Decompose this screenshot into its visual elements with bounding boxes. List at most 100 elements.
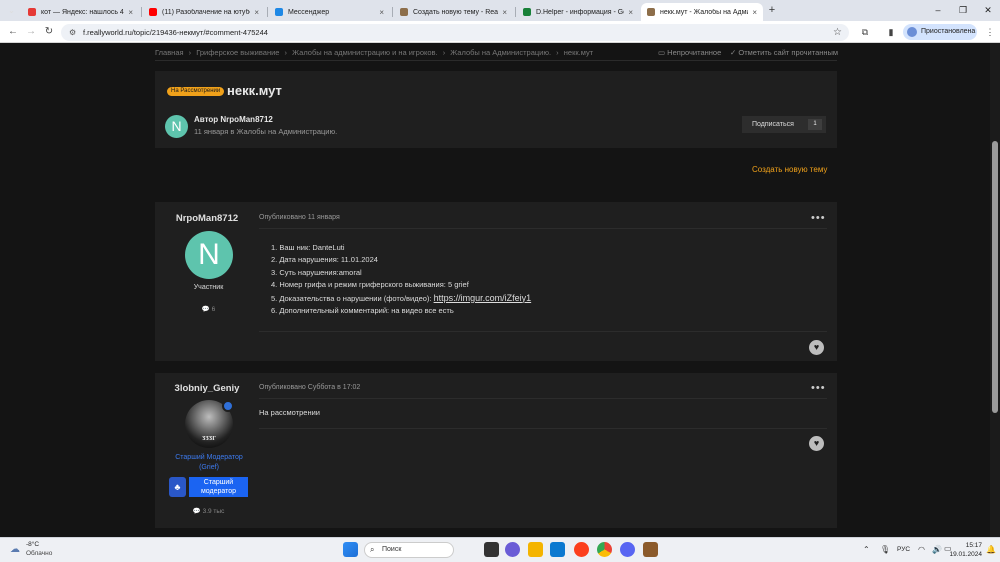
- windows-start-icon[interactable]: [343, 542, 358, 557]
- youtube-favicon-icon: [149, 8, 157, 16]
- forum-page: Главная › Гриферское выживание › Жалобы …: [0, 43, 1000, 537]
- tab-search-icon[interactable]: ⌄: [5, 4, 18, 17]
- breadcrumb-separator: ›: [284, 48, 288, 57]
- body-line: 5. Доказательства о нарушении (фото/виде…: [271, 292, 532, 303]
- weather-temperature[interactable]: -8°C: [26, 541, 39, 548]
- tab-create-topic[interactable]: Создать новую тему - ReallyW ×: [394, 3, 513, 21]
- post-author-name[interactable]: NrpoMan8712: [155, 213, 259, 224]
- file-explorer-icon[interactable]: [528, 542, 543, 557]
- tab-close-icon[interactable]: ×: [502, 8, 507, 17]
- search-placeholder: Поиск: [382, 546, 402, 553]
- topic-meta: 11 января в Жалобы на Администрацию.: [194, 127, 338, 136]
- scrollbar-thumb[interactable]: [992, 141, 998, 413]
- avatar: [907, 27, 917, 37]
- cloud-icon[interactable]: ☁: [8, 543, 22, 557]
- breadcrumb-category[interactable]: Жалобы на администрацию и на игроков.: [292, 48, 437, 57]
- post-date[interactable]: Опубликовано Суббота в 17:02: [259, 384, 360, 391]
- page-scrollbar[interactable]: [990, 43, 1000, 537]
- status-badge: На Рассмотрении: [167, 87, 225, 96]
- close-window-button[interactable]: ✕: [978, 2, 998, 18]
- search-icon: ⌕: [370, 545, 375, 554]
- minecraft-icon[interactable]: [643, 542, 658, 557]
- breadcrumb-home[interactable]: Главная: [155, 48, 184, 57]
- side-panel-icon[interactable]: ▮: [884, 25, 898, 39]
- create-new-topic-link[interactable]: Создать новую тему: [752, 165, 827, 174]
- chevron-up-icon[interactable]: ⌃: [863, 545, 870, 554]
- topic-header: На Рассмотрении некк.мут N Автор NrpoMan…: [155, 71, 837, 148]
- tab-youtube[interactable]: (11) Разоблачение на ютубер ×: [143, 3, 265, 21]
- tab-close-icon[interactable]: ×: [379, 8, 384, 17]
- minimize-button[interactable]: –: [928, 2, 948, 18]
- profile-button[interactable]: Приостановлена: [903, 24, 977, 40]
- subscribe-button[interactable]: Подписаться 1: [742, 116, 826, 133]
- avatar[interactable]: N: [165, 115, 188, 138]
- yandex-browser-icon[interactable]: [574, 542, 589, 557]
- back-button[interactable]: ←: [6, 25, 20, 39]
- tab-dhelper[interactable]: D.Helper - информация - Goog ×: [517, 3, 639, 21]
- badge-line: модератор: [200, 488, 237, 495]
- language-indicator[interactable]: РУС: [897, 546, 910, 553]
- body-line: 4. Номер грифа и режим гриферского выжив…: [271, 280, 469, 290]
- post-count: 💬 3.9 тыс: [192, 508, 225, 515]
- post-menu-icon[interactable]: •••: [811, 212, 826, 224]
- like-heart-icon[interactable]: ♥: [809, 436, 824, 451]
- unread-content-link[interactable]: ▭ Непрочитанное: [658, 48, 721, 57]
- chat-icon[interactable]: [505, 542, 520, 557]
- notifications-icon[interactable]: 🔔: [986, 545, 996, 554]
- browser-tab-strip: ⌄ кот — Яндекс: нашлось 4 тыс. р × (11) …: [0, 0, 1000, 21]
- chrome-icon[interactable]: [597, 542, 612, 557]
- tab-close-icon[interactable]: ×: [254, 8, 259, 17]
- forward-button[interactable]: →: [24, 25, 38, 39]
- mark-site-read-link[interactable]: ✓ Отметить сайт прочитанным: [730, 48, 838, 57]
- task-view-icon[interactable]: [484, 542, 499, 557]
- clock-time[interactable]: 15:17: [952, 542, 982, 549]
- wifi-icon[interactable]: ◠: [918, 545, 925, 554]
- body-line: 6. Дополнительный комментарий: на видео …: [271, 306, 454, 316]
- post-author-name[interactable]: 3lobniy_Geniy: [155, 383, 259, 394]
- sheets-favicon-icon: [523, 8, 531, 16]
- tab-close-icon[interactable]: ×: [128, 8, 133, 17]
- body-line: 2. Дата нарушения: 11.01.2024: [271, 255, 378, 265]
- tab-close-icon[interactable]: ×: [628, 8, 633, 17]
- tab-title: кот — Яндекс: нашлось 4 тыс. р: [41, 8, 124, 16]
- browser-toolbar: ← → ↻ ⚙ f.reallyworld.ru/topic/219436-не…: [0, 21, 1000, 43]
- browser-menu-icon[interactable]: ⋮: [983, 25, 997, 39]
- comment-icon: 💬: [201, 306, 210, 313]
- url-text: f.reallyworld.ru/topic/219436-некмут/#co…: [83, 28, 268, 37]
- profile-label: Приостановлена: [921, 28, 976, 35]
- moderator-badge: Старший модератор: [189, 477, 248, 497]
- discord-icon[interactable]: [620, 542, 635, 557]
- site-info-icon[interactable]: ⚙: [69, 24, 76, 41]
- taskbar-search[interactable]: ⌕ Поиск: [364, 542, 454, 558]
- maximize-button[interactable]: ❐: [953, 2, 973, 18]
- breadcrumb-forum[interactable]: Жалобы на Администрацию.: [450, 48, 551, 57]
- breadcrumb-separator: ›: [442, 48, 446, 57]
- tab-yandex[interactable]: кот — Яндекс: нашлось 4 тыс. р ×: [22, 3, 139, 21]
- post-menu-icon[interactable]: •••: [811, 382, 826, 394]
- topic-author[interactable]: Автор NrpoMan8712: [194, 115, 273, 124]
- body-line: 3. Суть нарушения:amoral: [271, 267, 362, 277]
- extensions-icon[interactable]: ⧉: [858, 25, 872, 39]
- new-tab-button[interactable]: +: [765, 3, 779, 17]
- reallyworld-favicon-icon: [647, 8, 655, 16]
- like-heart-icon[interactable]: ♥: [809, 340, 824, 355]
- tab-messenger[interactable]: Мессенджер ×: [269, 3, 390, 21]
- breadcrumb-section[interactable]: Гриферское выживание: [196, 48, 279, 57]
- tab-title: некк.мут - Жалобы на Админ: [660, 8, 749, 16]
- post-body: 1. Ваш ник: DanteLuti 2. Дата нарушения:…: [271, 242, 531, 317]
- tab-close-icon[interactable]: ×: [752, 8, 757, 17]
- messenger-favicon-icon: [275, 8, 283, 16]
- subscribe-label: Подписаться: [752, 121, 794, 128]
- reload-button[interactable]: ↻: [42, 25, 56, 39]
- post-date[interactable]: Опубликовано 11 января: [259, 214, 340, 221]
- microphone-icon[interactable]: 🎙: [880, 545, 890, 554]
- clock-date[interactable]: 19.01.2024: [936, 551, 982, 558]
- tab-current[interactable]: некк.мут - Жалобы на Админ ×: [641, 3, 763, 21]
- address-bar[interactable]: ⚙ f.reallyworld.ru/topic/219436-некмут/#…: [61, 24, 849, 41]
- bookmark-star-icon[interactable]: ☆: [833, 24, 842, 41]
- store-icon[interactable]: [550, 542, 565, 557]
- evidence-link[interactable]: https://imgur.com/iZfeiy1: [434, 293, 532, 303]
- comment-icon: 💬: [192, 508, 201, 515]
- avatar[interactable]: N: [185, 231, 233, 279]
- weather-condition[interactable]: Облачно: [26, 550, 52, 557]
